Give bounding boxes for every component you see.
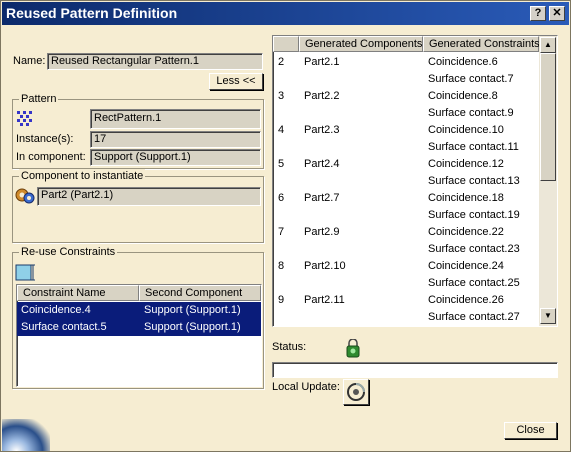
generated-constraint-cell: Coincidence.12 [428, 158, 504, 170]
second-component-cell: Support (Support.1) [144, 321, 241, 333]
second-component-cell: Support (Support.1) [144, 304, 241, 316]
table-row[interactable]: Surface contact.5 Support (Support.1) [17, 319, 261, 336]
generated-constraint-cell: Surface contact.23 [428, 243, 520, 255]
generated-constraint-cell: Surface contact.13 [428, 175, 520, 187]
scroll-down-icon[interactable]: ▼ [540, 308, 556, 324]
generated-constraint-cell: Coincidence.24 [428, 260, 504, 272]
component-icon [15, 188, 35, 204]
constraint-name-header[interactable]: Constraint Name [17, 285, 139, 301]
generated-component-cell: Part2.3 [304, 124, 340, 136]
generated-constraints-header[interactable]: Generated Constraints [423, 36, 540, 52]
status-light-icon [346, 339, 360, 358]
window-title: Reused Pattern Definition [6, 5, 178, 21]
constraint-icon[interactable] [15, 263, 37, 283]
table-row[interactable]: Coincidence.4 Support (Support.1) [17, 302, 261, 319]
row-index: 8 [278, 260, 285, 272]
generated-constraint-cell: Surface contact.11 [428, 141, 519, 153]
pattern-icon [17, 111, 32, 126]
title-bar: Reused Pattern Definition ? ✕ [2, 2, 569, 25]
generated-constraint-cell: Coincidence.8 [428, 90, 498, 102]
component-to-instantiate-title: Component to instantiate [19, 169, 146, 183]
generated-list[interactable]: Generated Components Generated Constrain… [272, 35, 558, 327]
generated-constraint-cell: Coincidence.22 [428, 226, 504, 238]
row-index: 5 [278, 158, 285, 170]
generated-component-cell: Part2.4 [304, 158, 340, 170]
row-index: 9 [278, 294, 285, 306]
instances-field[interactable]: 17 [90, 131, 261, 148]
close-icon[interactable]: ✕ [549, 6, 565, 21]
instances-label: Instance(s): [16, 133, 74, 145]
less-button[interactable]: Less << [209, 73, 263, 90]
row-index: 4 [278, 124, 285, 136]
reuse-constraints-title: Re-use Constraints [19, 245, 118, 259]
scroll-up-icon[interactable]: ▲ [540, 37, 556, 53]
vertical-scrollbar[interactable]: ▲ ▼ [539, 36, 557, 326]
row-index: 6 [278, 192, 285, 204]
component-field[interactable]: Part2 (Part2.1) [37, 187, 261, 206]
reused-pattern-dialog: Reused Pattern Definition ? ✕ Name: Reus… [0, 0, 571, 452]
reuse-constraints-list[interactable]: Constraint Name Second Component Coincid… [16, 284, 262, 387]
generated-constraint-cell: Coincidence.6 [428, 56, 498, 68]
in-component-label: In component: [16, 151, 86, 163]
generated-component-cell: Part2.11 [304, 294, 345, 306]
status-label: Status: [272, 341, 307, 353]
generated-constraint-cell: Surface contact.19 [428, 209, 520, 221]
row-index: 3 [278, 90, 285, 102]
pattern-group-title: Pattern [19, 92, 59, 106]
generated-component-cell: Part2.2 [304, 90, 340, 102]
generated-component-cell: Part2.7 [304, 192, 340, 204]
generated-constraint-cell: Coincidence.26 [428, 294, 504, 306]
constraint-name-cell: Surface contact.5 [21, 321, 107, 333]
pattern-field[interactable]: RectPattern.1 [90, 109, 261, 129]
name-label: Name: [13, 55, 46, 67]
in-component-field[interactable]: Support (Support.1) [90, 149, 261, 166]
index-header[interactable] [273, 36, 299, 52]
row-index: 7 [278, 226, 285, 238]
local-update-button[interactable] [343, 379, 369, 405]
generated-component-cell: Part2.1 [304, 56, 340, 68]
row-index: 2 [278, 56, 285, 68]
generated-constraint-cell: Coincidence.10 [428, 124, 504, 136]
close-button[interactable]: Close [504, 422, 557, 439]
help-icon[interactable]: ? [530, 6, 546, 21]
scroll-thumb[interactable] [540, 53, 556, 181]
generated-constraint-cell: Coincidence.18 [428, 192, 504, 204]
local-update-label: Local Update: [272, 381, 340, 393]
decorative-logo [2, 419, 50, 451]
second-component-header[interactable]: Second Component [139, 285, 261, 301]
status-field [272, 362, 558, 378]
generated-component-cell: Part2.9 [304, 226, 340, 238]
local-update-icon [347, 383, 365, 401]
name-field[interactable]: Reused Rectangular Pattern.1 [47, 53, 263, 70]
generated-components-header[interactable]: Generated Components [299, 36, 423, 52]
generated-constraint-cell: Surface contact.7 [428, 73, 514, 85]
generated-constraint-cell: Surface contact.27 [428, 311, 520, 323]
constraint-name-cell: Coincidence.4 [21, 304, 91, 316]
generated-constraint-cell: Surface contact.25 [428, 277, 520, 289]
generated-component-cell: Part2.10 [304, 260, 346, 272]
generated-constraint-cell: Surface contact.9 [428, 107, 514, 119]
